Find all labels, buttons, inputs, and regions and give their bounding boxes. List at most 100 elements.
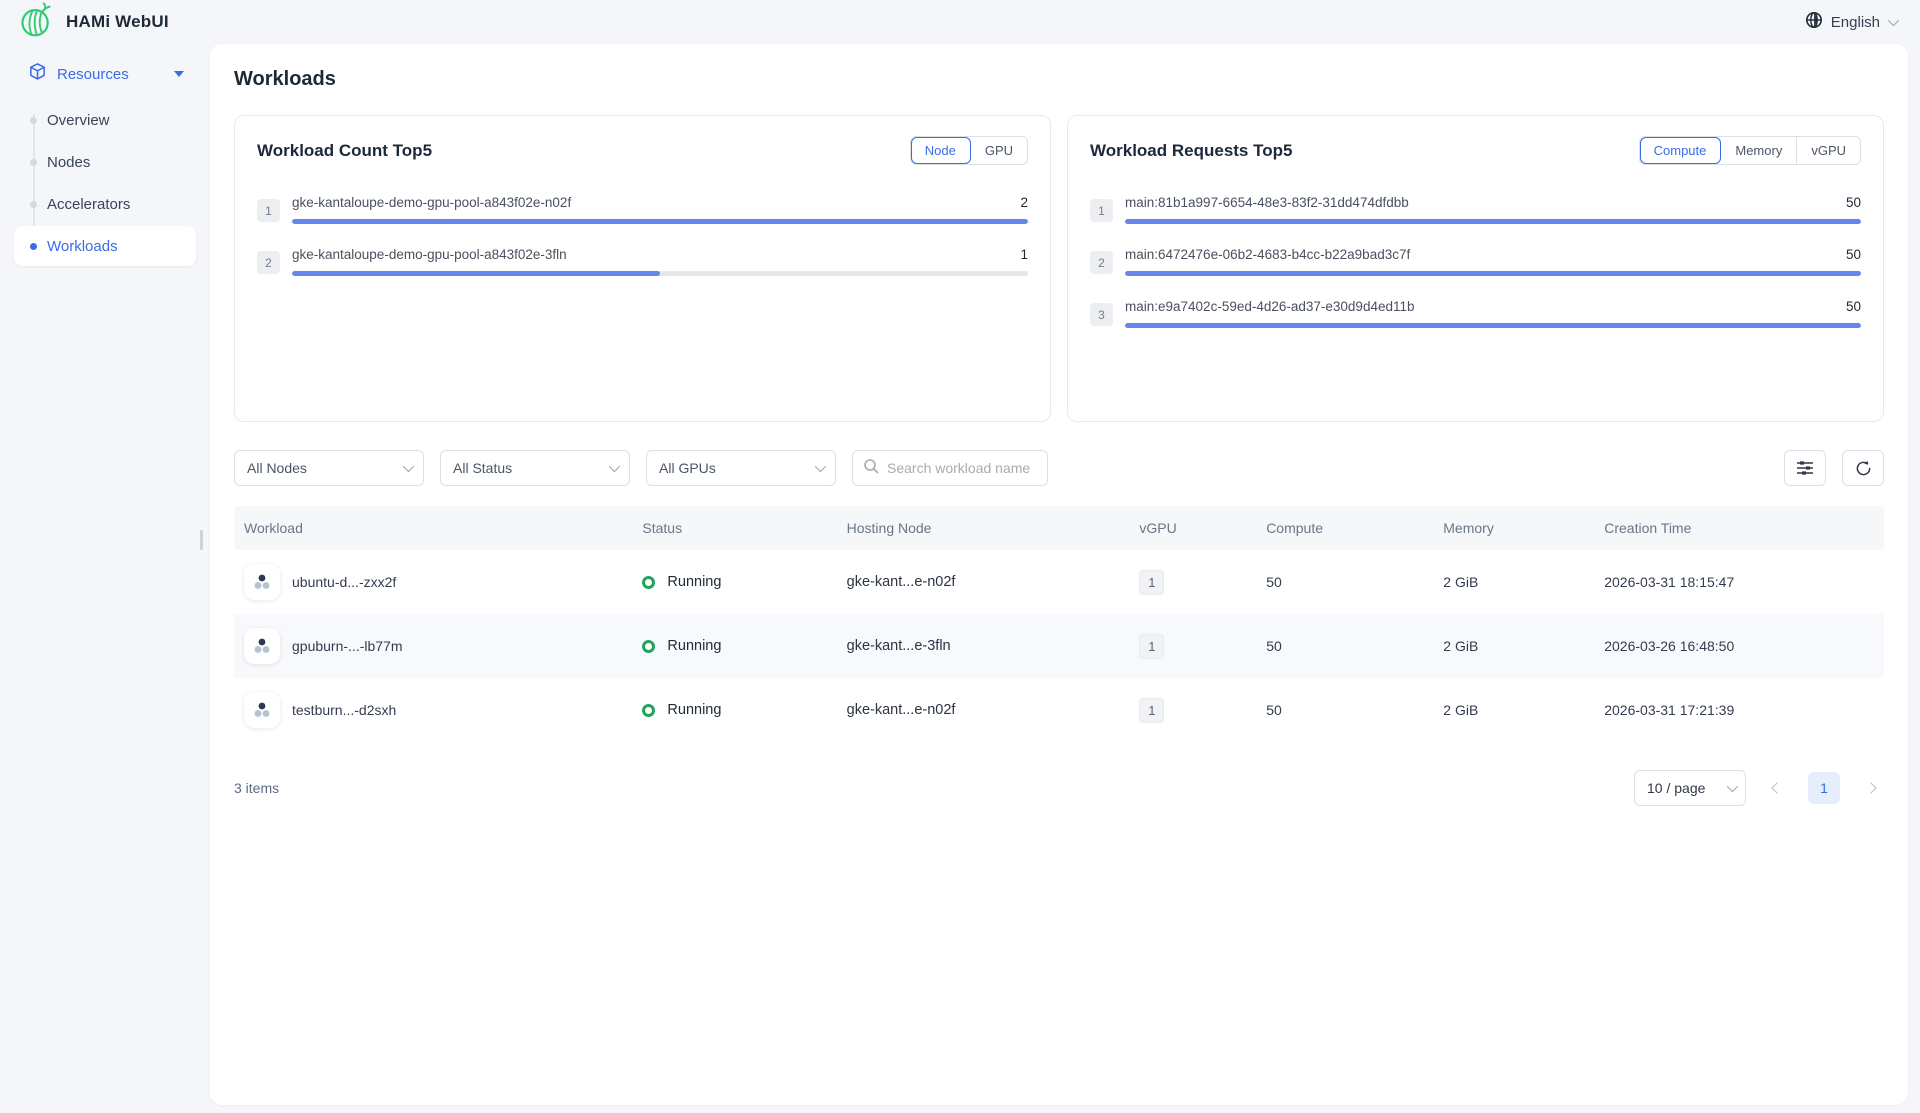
nodes-filter-select[interactable]: All Nodes [234, 450, 424, 486]
hosting-node: gke-kant...e-n02f [837, 702, 1130, 718]
filter-bar: All Nodes All Status All GPUs [234, 450, 1884, 486]
search-input[interactable] [887, 460, 1037, 476]
bar-fill [1125, 219, 1861, 224]
sidebar-item-overview[interactable]: Overview [14, 100, 196, 140]
sidebar-item-nodes[interactable]: Nodes [14, 142, 196, 182]
sidebar-section-resources[interactable]: Resources [0, 44, 210, 100]
rank-badge: 1 [257, 199, 280, 222]
bar-track [1125, 219, 1861, 224]
sidebar-item-label: Nodes [47, 154, 90, 171]
gpus-filter-value: All GPUs [659, 460, 716, 476]
rank-value: 1 [1020, 247, 1028, 262]
compute-value: 50 [1256, 702, 1433, 718]
page-title: Workloads [234, 68, 1884, 91]
sidebar-section-label: Resources [57, 66, 164, 83]
column-settings-button[interactable] [1784, 450, 1826, 486]
col-hosting-node: Hosting Node [837, 520, 1130, 536]
creation-time: 2026-03-26 16:48:50 [1594, 638, 1884, 654]
cube-icon [28, 62, 47, 86]
rank-value: 50 [1846, 299, 1861, 314]
status-filter-select[interactable]: All Status [440, 450, 630, 486]
card-title: Workload Requests Top5 [1090, 141, 1292, 161]
page-number-1[interactable]: 1 [1808, 772, 1840, 804]
tree-dot-icon [30, 201, 37, 208]
top-cards: Workload Count Top5 Node GPU 1 gke-kanta… [234, 115, 1884, 422]
tree-dot-icon [30, 117, 37, 124]
toggle-node[interactable]: Node [911, 137, 971, 164]
hosting-node: gke-kant...e-n02f [837, 574, 1130, 590]
status-running-icon [642, 576, 655, 589]
workload-name: testburn...-d2sxh [292, 702, 396, 718]
table-row[interactable]: ubuntu-d...-zxx2f Running gke-kant...e-n… [234, 550, 1884, 614]
rank-name: gke-kantaloupe-demo-gpu-pool-a843f02e-n0… [292, 195, 571, 210]
bar-fill [292, 271, 660, 276]
table-row[interactable]: gpuburn-...-lb77m Running gke-kant...e-3… [234, 614, 1884, 678]
page-size-select[interactable]: 10 / page [1634, 770, 1746, 806]
chevron-down-icon [403, 461, 414, 472]
sidebar-item-label: Overview [47, 112, 110, 129]
table-footer: 3 items 10 / page 1 [234, 770, 1884, 806]
next-page-button[interactable] [1858, 772, 1884, 804]
toggle-vgpu[interactable]: vGPU [1797, 137, 1860, 164]
toggle-memory[interactable]: Memory [1721, 137, 1797, 164]
rank-badge: 1 [1090, 199, 1113, 222]
workload-name: gpuburn-...-lb77m [292, 638, 403, 654]
tree-dot-icon [30, 243, 37, 250]
sidebar-tree: Overview Nodes Accelerators Workloads [0, 100, 210, 266]
refresh-button[interactable] [1842, 450, 1884, 486]
bar-fill [1125, 271, 1861, 276]
rank-badge: 2 [257, 251, 280, 274]
chevron-down-icon [609, 461, 620, 472]
rank-badge: 3 [1090, 303, 1113, 326]
sidebar: Resources Overview Nodes Accelerators Wo… [0, 44, 210, 1113]
card-title: Workload Count Top5 [257, 141, 432, 161]
nodes-filter-value: All Nodes [247, 460, 307, 476]
sidebar-item-workloads[interactable]: Workloads [14, 226, 196, 266]
gpus-filter-select[interactable]: All GPUs [646, 450, 836, 486]
hosting-node: gke-kant...e-3fln [837, 638, 1130, 654]
sidebar-item-accelerators[interactable]: Accelerators [14, 184, 196, 224]
tree-dot-icon [30, 159, 37, 166]
bar-fill [1125, 323, 1861, 328]
melon-logo-icon [18, 1, 54, 44]
vgpu-badge: 1 [1139, 698, 1164, 723]
rank-value: 2 [1020, 195, 1028, 210]
caret-down-icon [174, 71, 184, 77]
memory-value: 2 GiB [1433, 702, 1594, 718]
col-workload: Workload [234, 520, 632, 536]
table-header: Workload Status Hosting Node vGPU Comput… [234, 506, 1884, 550]
workload-search [852, 450, 1048, 486]
rank-value: 50 [1846, 195, 1861, 210]
rank-badge: 2 [1090, 251, 1113, 274]
rank-row: 2 gke-kantaloupe-demo-gpu-pool-a843f02e-… [257, 247, 1028, 276]
vgpu-badge: 1 [1139, 570, 1164, 595]
status-filter-value: All Status [453, 460, 512, 476]
rank-value: 50 [1846, 247, 1861, 262]
sidebar-item-label: Workloads [47, 238, 118, 255]
workloads-table: Workload Status Hosting Node vGPU Comput… [234, 506, 1884, 742]
workload-name: ubuntu-d...-zxx2f [292, 574, 396, 590]
creation-time: 2026-03-31 17:21:39 [1594, 702, 1884, 718]
rank-name: gke-kantaloupe-demo-gpu-pool-a843f02e-3f… [292, 247, 567, 262]
table-row[interactable]: testburn...-d2sxh Running gke-kant...e-n… [234, 678, 1884, 742]
workload-pod-icon [244, 628, 280, 664]
bar-track [1125, 271, 1861, 276]
prev-page-button[interactable] [1764, 772, 1790, 804]
col-memory: Memory [1433, 520, 1594, 536]
compute-value: 50 [1256, 638, 1433, 654]
rank-row: 1 gke-kantaloupe-demo-gpu-pool-a843f02e-… [257, 195, 1028, 224]
brand: HAMi WebUI [18, 1, 169, 44]
col-vgpu: vGPU [1129, 520, 1256, 536]
toggle-compute[interactable]: Compute [1640, 137, 1722, 164]
pagination: 10 / page 1 [1634, 770, 1884, 806]
bar-track [292, 271, 1028, 276]
workload-pod-icon [244, 692, 280, 728]
sidebar-resize-handle[interactable] [200, 530, 203, 550]
language-selector[interactable]: English [1805, 11, 1896, 34]
column-settings-icon [1796, 460, 1814, 476]
memory-value: 2 GiB [1433, 574, 1594, 590]
chevron-down-icon [815, 461, 826, 472]
toggle-gpu[interactable]: GPU [971, 137, 1027, 164]
search-icon [863, 458, 879, 479]
col-creation-time: Creation Time [1594, 520, 1884, 536]
